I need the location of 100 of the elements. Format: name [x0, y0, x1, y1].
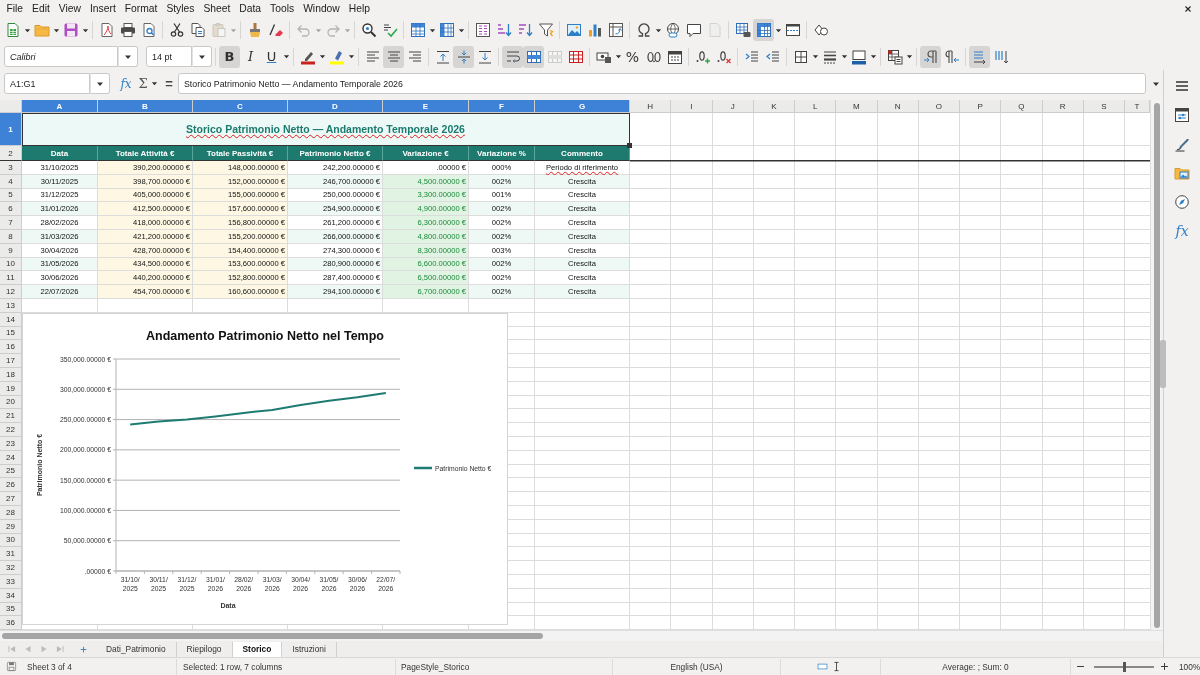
row-header[interactable]: 36 — [0, 616, 22, 630]
table-printer-icon — [734, 22, 751, 38]
merge-center-button[interactable] — [523, 45, 544, 68]
font-size-field[interactable]: 14 pt — [146, 46, 192, 67]
folder-icon — [33, 22, 50, 38]
column-header[interactable]: J — [712, 100, 754, 113]
selection-info: Selected: 1 row, 7 columns — [183, 661, 283, 672]
column-heading: Commento — [535, 146, 630, 161]
zoom-level[interactable]: 100% — [1179, 661, 1200, 672]
sheet-tab[interactable]: Istruzioni — [282, 641, 337, 657]
column-header[interactable]: O — [918, 100, 960, 113]
menu-item[interactable]: Window — [298, 1, 345, 16]
column-header[interactable]: L — [795, 100, 837, 113]
row-header[interactable]: 1 — [0, 113, 22, 146]
underline-button[interactable]: U — [261, 45, 282, 68]
column-header[interactable]: B — [98, 100, 193, 113]
name-box[interactable]: A1:G1 — [4, 73, 90, 94]
menu-item[interactable]: Insert — [85, 1, 121, 16]
column-header[interactable]: N — [877, 100, 919, 113]
column-header[interactable]: S — [1083, 100, 1125, 113]
fill-handle[interactable] — [627, 143, 632, 148]
text-horizontal-button[interactable] — [969, 45, 990, 68]
menu-item[interactable]: Edit — [27, 1, 55, 16]
close-icon[interactable] — [1183, 3, 1193, 14]
column-header[interactable]: D — [288, 100, 383, 113]
column-header[interactable]: Q — [1001, 100, 1043, 113]
menu-item[interactable]: Data — [234, 1, 266, 16]
row-header[interactable]: 22 — [0, 423, 22, 437]
font-name-field[interactable]: Calibri — [4, 46, 118, 67]
percent-format-button[interactable]: % — [622, 45, 643, 68]
menu-item[interactable]: Help — [344, 1, 375, 16]
caret-icon — [905, 53, 913, 60]
table-merged-row-icon — [525, 48, 542, 65]
function-wizard-button[interactable]: fx — [116, 73, 136, 94]
column-header[interactable]: R — [1042, 100, 1084, 113]
two-documents-icon — [189, 22, 206, 38]
horizontal-scrollbar[interactable] — [0, 630, 1163, 641]
column-header[interactable]: E — [383, 100, 469, 113]
sheet-tab[interactable]: Dati_Patrimonio — [96, 641, 177, 657]
selection-summary: Average: ; Sum: 0 — [942, 661, 1009, 672]
row-header[interactable]: 7 — [0, 216, 22, 230]
window-sliders-icon[interactable] — [1174, 106, 1190, 123]
line-styles-icon — [821, 48, 838, 65]
caret-icon — [150, 80, 158, 87]
row-header[interactable]: 11 — [0, 271, 22, 286]
calendar-icon — [666, 48, 683, 65]
column-header[interactable]: K — [753, 100, 795, 113]
caret-icon — [840, 53, 848, 60]
column-heading: Variazione € — [383, 146, 469, 161]
left-to-right-button[interactable] — [920, 45, 941, 68]
menu-item[interactable]: Tools — [265, 1, 299, 16]
sheet-tab[interactable]: Storico — [232, 641, 283, 657]
freeze-panes-button[interactable] — [753, 19, 774, 41]
row-header[interactable]: 3 — [0, 161, 22, 175]
row-header[interactable]: 31 — [0, 547, 22, 562]
menu-item[interactable]: View — [54, 1, 86, 16]
pilcrow-left-icon — [943, 48, 960, 65]
formula-input[interactable]: Storico Patrimonio Netto — Andamento Temporale 2026 — [178, 73, 1146, 94]
column-header[interactable]: M — [836, 100, 878, 113]
menu-item[interactable]: File — [2, 1, 28, 16]
menu-item[interactable]: Format — [120, 1, 162, 16]
scrollbar-thumb[interactable] — [2, 633, 543, 639]
plus-icon[interactable] — [1159, 661, 1170, 672]
row-header[interactable]: 2 — [0, 146, 22, 161]
column-header[interactable]: I — [671, 100, 713, 113]
row-header[interactable]: 26 — [0, 478, 22, 493]
compass-icon[interactable] — [1174, 193, 1190, 210]
row-header[interactable]: 16 — [0, 340, 22, 355]
row-header[interactable]: 6 — [0, 202, 22, 217]
sum-button[interactable]: Σ — [136, 73, 150, 94]
zoom-slider-thumb[interactable] — [1122, 661, 1126, 672]
clipboard-icon — [210, 22, 227, 38]
row-header[interactable]: 17 — [0, 354, 22, 368]
italic-button[interactable]: I — [240, 45, 261, 68]
column-header[interactable]: P — [960, 100, 1002, 113]
row-header[interactable]: 21 — [0, 409, 22, 424]
row-header[interactable]: 27 — [0, 492, 22, 506]
menu-item[interactable]: Sheet — [198, 1, 235, 16]
column-header[interactable]: H — [630, 100, 672, 113]
column-header[interactable]: G — [535, 100, 630, 113]
formula-button[interactable]: = — [162, 73, 176, 94]
menu-item[interactable]: Styles — [161, 1, 199, 16]
column-header[interactable]: C — [193, 100, 288, 113]
sidebar-handle[interactable] — [1160, 340, 1166, 388]
column-header[interactable]: F — [469, 100, 535, 113]
caret-icon — [428, 26, 436, 34]
sheet-tab[interactable]: Riepilogo — [176, 641, 233, 657]
bold-button[interactable]: B — [219, 45, 240, 68]
bars-down-arrow-icon — [495, 22, 512, 38]
column-header[interactable]: A — [22, 100, 98, 113]
caret-icon — [23, 26, 31, 34]
functions-button[interactable]: fx — [1175, 216, 1189, 245]
bar-chart-icon — [586, 22, 603, 38]
column-header[interactable]: T — [1125, 100, 1150, 113]
caret-icon — [52, 26, 60, 34]
table-icon — [755, 22, 772, 38]
lines-checkmark-icon — [381, 22, 398, 38]
wrap-text-button[interactable] — [502, 45, 523, 68]
row-header[interactable]: 32 — [0, 561, 22, 575]
row-header[interactable]: 12 — [0, 285, 22, 299]
